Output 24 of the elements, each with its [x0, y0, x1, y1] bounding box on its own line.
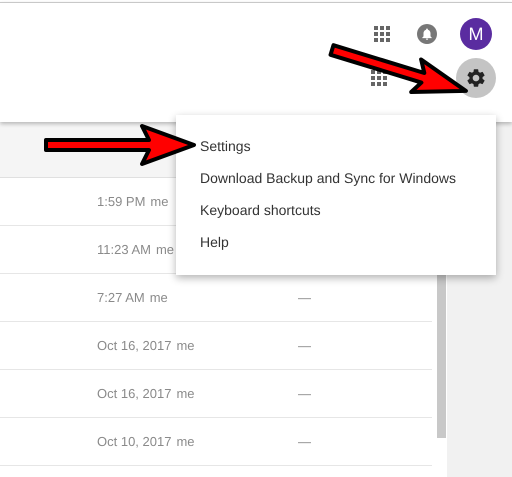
table-cell: — [298, 434, 311, 449]
modified-time: 11:23 AM [97, 242, 151, 257]
table-cell: — [298, 290, 311, 305]
modified-by: me [176, 434, 195, 449]
modified-time: Oct 16, 2017 [97, 338, 172, 353]
modified-time: 1:59 PM [97, 194, 146, 209]
modified-time: 7:27 AM [97, 290, 145, 305]
modified-time: Oct 10, 2017 [97, 434, 172, 449]
menu-item[interactable]: Download Backup and Sync for Windows [200, 162, 456, 194]
modified-by: me [156, 242, 174, 257]
modified-by: me [176, 386, 195, 401]
menu-item[interactable]: Help [200, 226, 229, 258]
modified-by: me [150, 194, 168, 209]
table-cell: — [298, 338, 311, 353]
avatar[interactable]: M [460, 18, 492, 50]
bell-icon[interactable] [417, 24, 437, 44]
modified-by: me [150, 290, 168, 305]
menu-item[interactable]: Keyboard shortcuts [200, 194, 321, 226]
modified-by: me [176, 338, 195, 353]
settings-button[interactable] [456, 58, 496, 98]
table-cell: — [298, 386, 311, 401]
menu-item[interactable]: Settings [200, 130, 251, 162]
settings-icon [465, 67, 487, 89]
modified-time: Oct 16, 2017 [97, 386, 172, 401]
